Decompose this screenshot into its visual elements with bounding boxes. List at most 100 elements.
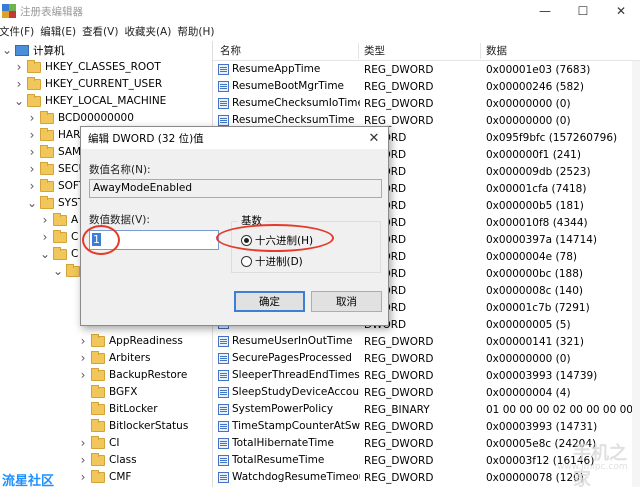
tree-item[interactable]: ⌄ SYST	[27, 195, 84, 211]
value-data: 0x00000005 (5)	[486, 319, 571, 331]
dword-value-icon	[218, 437, 229, 449]
tree-item[interactable]: › HKEY_CLASSES_ROOT	[14, 59, 161, 75]
tree-item[interactable]: BitlockerStatus	[78, 418, 188, 434]
tree-item[interactable]: › CI	[78, 435, 119, 451]
expand-chevron-right-icon[interactable]: ›	[78, 334, 88, 348]
tree-item[interactable]: › A	[40, 212, 78, 228]
minimize-button[interactable]: —	[526, 0, 564, 22]
dword-value-icon	[218, 335, 229, 347]
tree-item[interactable]: BitLocker	[78, 401, 158, 417]
value-row[interactable]: SleeperThreadEndTimest... REG_DWORD 0x0000…	[213, 368, 640, 385]
folder-icon	[91, 367, 105, 381]
folder-icon	[27, 76, 41, 90]
value-name: WatchdogResumeTimeout	[232, 471, 360, 483]
maximize-button[interactable]: ☐	[564, 0, 602, 22]
menu-edit[interactable]: 编辑(E)	[40, 24, 82, 39]
dialog-close-icon[interactable]: ✕	[366, 130, 382, 146]
value-row[interactable]: TimeStampCounterAtSwit... REG_DWORD 0x0000…	[213, 419, 640, 436]
value-data: 0x00000246 (582)	[486, 81, 584, 93]
value-data: 0x000010f8 (4344)	[486, 217, 588, 229]
value-row[interactable]: ResumeUserInOutTime REG_DWORD 0x00000141 (…	[213, 334, 640, 351]
watermark-left: 流星社区	[2, 474, 55, 487]
tree-item[interactable]: › HKEY_CURRENT_USER	[14, 76, 162, 92]
menu-help[interactable]: 帮助(H)	[177, 24, 220, 39]
tree-item[interactable]: › Arbiters	[78, 350, 150, 366]
tree-item[interactable]: › SOFT	[27, 178, 85, 194]
expand-chevron-right-icon[interactable]: ›	[27, 145, 37, 159]
expand-chevron-right-icon[interactable]: ›	[14, 77, 24, 91]
value-row[interactable]: ResumeAppTime REG_DWORD 0x00001e03 (7683)	[213, 62, 640, 79]
column-header-type[interactable]: 类型	[364, 43, 385, 58]
folder-icon	[66, 263, 80, 277]
expand-chevron-right-icon[interactable]: ›	[78, 453, 88, 467]
expand-chevron-right-icon[interactable]: ›	[27, 162, 37, 176]
tree-item[interactable]: BGFX	[78, 384, 137, 400]
expand-chevron-right-icon[interactable]: ›	[78, 436, 88, 450]
tree-item[interactable]: ⌄ C	[40, 246, 78, 262]
expand-chevron-right-icon[interactable]: ›	[40, 213, 50, 227]
value-row[interactable]: SystemPowerPolicy REG_BINARY 01 00 00 00 0…	[213, 402, 640, 419]
tree-item[interactable]: › BCD00000000	[27, 110, 134, 126]
expand-chevron-down-icon[interactable]: ⌄	[2, 43, 12, 57]
expand-chevron-down-icon[interactable]: ⌄	[14, 94, 24, 108]
tree-item[interactable]: ⌄ 计算机	[2, 42, 65, 58]
expand-chevron-right-icon[interactable]: ›	[27, 111, 37, 125]
close-window-button[interactable]: ✕	[602, 0, 640, 22]
value-row[interactable]: SecurePagesProcessed REG_DWORD 0x00000000 …	[213, 351, 640, 368]
value-row[interactable]: SleepStudyDeviceAccoun... REG_DWORD 0x0000…	[213, 385, 640, 402]
menu-file[interactable]: 文件(F)	[0, 24, 40, 39]
radio-dec[interactable]	[241, 256, 252, 267]
folder-icon	[40, 110, 54, 124]
column-header-name[interactable]: 名称	[220, 43, 241, 58]
value-row[interactable]: ResumeBootMgrTime REG_DWORD 0x00000246 (58…	[213, 79, 640, 96]
tree-item[interactable]: › C	[40, 229, 78, 245]
value-name-label: 数值名称(N):	[89, 164, 151, 176]
value-name-cell: TimeStampCounterAtSwit...	[218, 420, 360, 432]
tree-item[interactable]: › AppReadiness	[78, 333, 183, 349]
expand-chevron-right-icon[interactable]: ›	[78, 368, 88, 382]
dword-value-icon	[218, 471, 229, 483]
folder-icon	[91, 401, 105, 415]
value-type: REG_DWORD	[364, 98, 434, 110]
tree-item[interactable]: ⌄ HKEY_LOCAL_MACHINE	[14, 93, 166, 109]
tree-item[interactable]: › BackupRestore	[78, 367, 187, 383]
expand-chevron-right-icon[interactable]: ›	[40, 230, 50, 244]
menu-view[interactable]: 查看(V)	[82, 24, 124, 39]
value-data: 0x00003993 (14739)	[486, 370, 598, 382]
tree-item-label: CMF	[109, 471, 132, 483]
list-scrollbar[interactable]	[632, 61, 640, 487]
column-header-data[interactable]: 数据	[486, 43, 507, 58]
value-type: REG_DWORD	[364, 370, 434, 382]
cancel-button[interactable]: 取消	[311, 291, 382, 312]
tree-item[interactable]: › SECU	[27, 161, 86, 177]
dword-value-icon	[218, 63, 229, 75]
folder-icon	[40, 127, 54, 141]
expand-chevron-down-icon[interactable]: ⌄	[40, 247, 50, 261]
tree-item[interactable]: › SAM	[27, 144, 81, 160]
value-data: 0x00000004 (4)	[486, 387, 571, 399]
value-row[interactable]: ResumeChecksumIoTime REG_DWORD 0x00000000 …	[213, 96, 640, 113]
folder-icon	[91, 435, 105, 449]
expand-chevron-right-icon[interactable]: ›	[27, 128, 37, 142]
radix-dec-option[interactable]: 十进制(D)	[241, 254, 303, 269]
folder-icon	[91, 384, 105, 398]
expand-chevron-down-icon[interactable]: ⌄	[53, 264, 63, 278]
expand-chevron-right-icon[interactable]: ›	[14, 60, 24, 74]
value-name-cell: SecurePagesProcessed	[218, 352, 360, 364]
expand-chevron-right-icon[interactable]: ›	[27, 179, 37, 193]
column-separator[interactable]	[480, 43, 481, 59]
column-separator[interactable]	[358, 43, 359, 59]
tree-item[interactable]: › CMF	[78, 469, 131, 485]
expand-chevron-right-icon[interactable]: ›	[78, 470, 88, 484]
value-type: REG_BINARY	[364, 404, 430, 416]
tree-item[interactable]: › HAR	[27, 127, 80, 143]
menu-favorites[interactable]: 收藏夹(A)	[124, 24, 177, 39]
tree-item-label: C	[71, 248, 79, 260]
expand-chevron-down-icon[interactable]: ⌄	[27, 196, 37, 210]
dialog-title: 编辑 DWORD (32 位)值	[88, 132, 204, 145]
value-name: ResumeChecksumTime	[232, 114, 355, 126]
ok-button[interactable]: 确定	[234, 291, 305, 312]
tree-item[interactable]: › Class	[78, 452, 137, 468]
value-name: SleeperThreadEndTimest...	[232, 369, 360, 381]
expand-chevron-right-icon[interactable]: ›	[78, 351, 88, 365]
